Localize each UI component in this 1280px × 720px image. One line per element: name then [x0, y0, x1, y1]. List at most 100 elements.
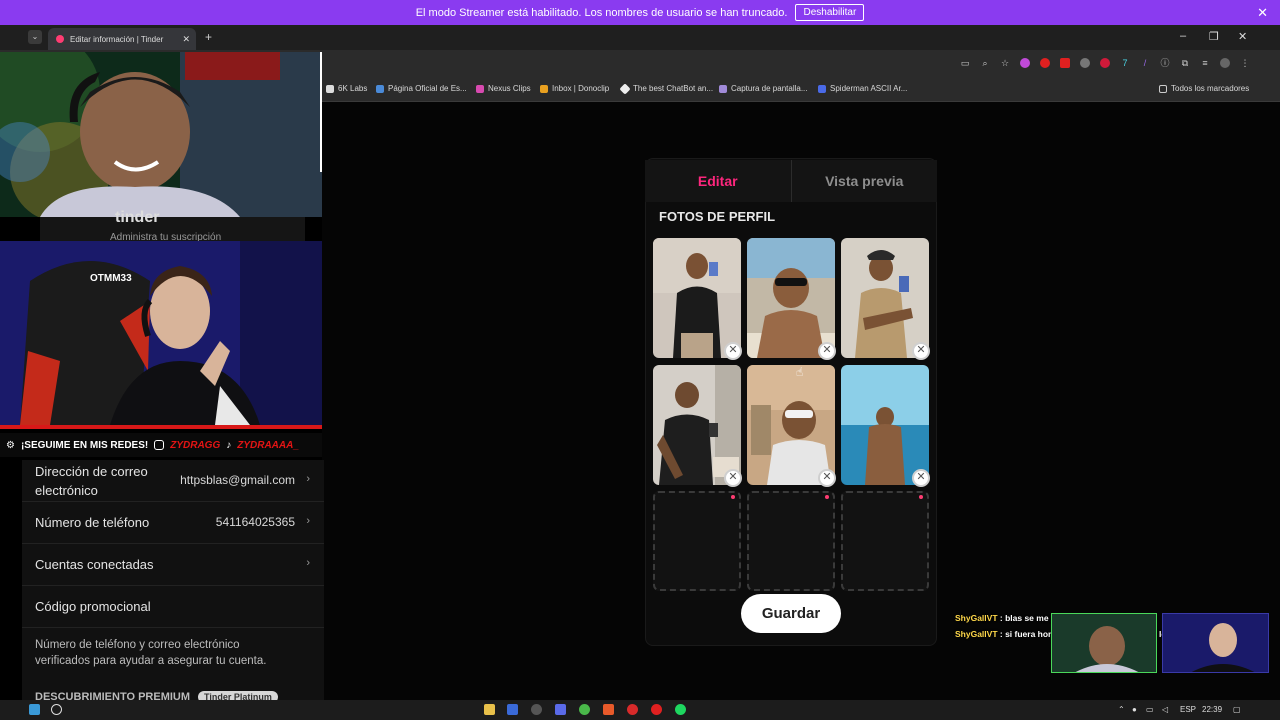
bookmark-icon [619, 82, 631, 95]
network-icon[interactable]: ▭ [1146, 705, 1154, 714]
verification-note: Número de teléfono y correo electrónico … [35, 639, 267, 667]
install-app-icon[interactable]: ▭ [960, 58, 970, 68]
extension-icon[interactable]: 7 [1120, 58, 1130, 68]
profile-photo[interactable] [653, 365, 741, 485]
svg-text:OTMM33: OTMM33 [90, 273, 132, 284]
add-photo-icon [919, 495, 923, 499]
bookmark-item[interactable]: The best ChatBot an... [619, 82, 713, 95]
restore-icon[interactable]: ❐ [1209, 30, 1219, 43]
webcam-streamer-1 [0, 52, 322, 217]
profile-photo[interactable] [747, 365, 835, 485]
extension-icon[interactable] [1100, 58, 1110, 68]
settings-row-promo-code[interactable]: Código promocional [22, 586, 324, 628]
empty-photo-slot[interactable] [841, 491, 929, 591]
extensions-puzzle-icon[interactable]: ⧉ [1180, 58, 1190, 68]
empty-photo-slot[interactable] [747, 491, 835, 591]
bookmark-icon [326, 84, 334, 93]
brave-icon[interactable] [603, 704, 614, 715]
disable-streamer-button[interactable]: Deshabilitar [795, 4, 865, 21]
bookmark-item[interactable]: Spiderman ASCII Ar... [818, 84, 907, 93]
save-button[interactable]: Guardar [741, 594, 841, 633]
profile-photo[interactable] [841, 365, 929, 485]
profile-avatar[interactable] [1220, 58, 1230, 68]
bookmark-icon [476, 84, 484, 93]
all-bookmarks[interactable]: Todos los marcadores [1159, 84, 1249, 93]
zoom-icon[interactable]: ⌕ [980, 58, 990, 68]
gear-icon: ⚙ [6, 439, 15, 451]
remove-photo-button[interactable]: ✕ [818, 342, 836, 360]
app-icon[interactable] [531, 704, 542, 715]
bookmark-item[interactable]: 6K Labs [326, 84, 367, 93]
extension-icon[interactable] [1040, 58, 1050, 68]
remove-photo-button[interactable]: ✕ [912, 469, 930, 487]
instagram-handle: ZYDRAGG [170, 439, 221, 451]
profile-photo[interactable] [653, 238, 741, 358]
browser-tab-bar: ⌄ Editar información | Tinder ✕ + [0, 25, 1280, 50]
profile-photo[interactable] [841, 238, 929, 358]
volume-icon[interactable]: ◁ [1162, 705, 1168, 714]
mini-webcam-1 [1051, 613, 1157, 673]
phone-value: 541164025365 [215, 515, 295, 529]
bookmark-icon [818, 84, 826, 93]
email-value: httpsblas@gmail.com [180, 473, 295, 487]
settings-row-phone[interactable]: Número de teléfono 541164025365 › [22, 502, 324, 544]
new-tab-icon[interactable]: + [205, 30, 212, 44]
extension-icon[interactable]: ⓘ [1160, 58, 1170, 68]
settings-row-connected-accounts[interactable]: Cuentas conectadas › [22, 544, 324, 586]
tiktok-handle: ZYDRAAAA_ [237, 439, 299, 451]
file-explorer-icon[interactable] [484, 704, 495, 715]
tab-preview[interactable]: Vista previa [791, 160, 937, 202]
profile-photo[interactable] [747, 238, 835, 358]
bookmark-item[interactable]: Captura de pantalla... [719, 84, 808, 93]
clock[interactable]: 22:39 [1202, 705, 1222, 714]
obs-icon[interactable] [651, 704, 662, 715]
extension-icon[interactable] [1060, 58, 1070, 68]
extension-icon[interactable]: / [1140, 58, 1150, 68]
spotify-icon[interactable] [675, 704, 686, 715]
tab-edit[interactable]: Editar [645, 160, 792, 202]
extension-toolbar: ▭ ⌕ ☆ 7 / ⓘ ⧉ ≡ ⋮ [960, 58, 1250, 68]
language-indicator[interactable]: ESP [1180, 705, 1196, 714]
settings-row-email[interactable]: Dirección de correo electrónico httpsbla… [22, 460, 324, 502]
media-player-icon[interactable] [627, 704, 638, 715]
phone-label: Número de teléfono [35, 515, 150, 530]
chrome-icon[interactable] [579, 704, 590, 715]
extension-icon[interactable] [1020, 58, 1030, 68]
remove-photo-button[interactable]: ✕ [818, 469, 836, 487]
editor-tabs: Editar Vista previa [645, 160, 937, 202]
tab-title: Editar información | Tinder [70, 34, 164, 44]
chevron-up-icon[interactable]: ⌃ [1118, 705, 1125, 714]
notifications-icon[interactable]: ▢ [1233, 705, 1241, 714]
email-label: Dirección de correo electrónico [35, 464, 148, 498]
discord-icon[interactable] [555, 704, 566, 715]
close-window-icon[interactable]: ✕ [1238, 30, 1247, 43]
remove-photo-button[interactable]: ✕ [912, 342, 930, 360]
screen: { "streamer_banner": { "text": "El modo … [0, 0, 1280, 720]
windows-start-icon[interactable] [29, 704, 40, 715]
media-icon[interactable]: ≡ [1200, 58, 1210, 68]
bookmark-item[interactable]: Inbox | Donoclip [540, 84, 609, 93]
extension-icon[interactable] [1080, 58, 1090, 68]
chevron-right-icon: › [306, 473, 310, 485]
mic-icon[interactable]: ● [1132, 705, 1137, 714]
tab-search-icon[interactable]: ⌄ [28, 30, 42, 44]
streamer-banner-text: El modo Streamer está habilitado. Los no… [415, 6, 788, 19]
minimize-icon[interactable]: – [1180, 30, 1186, 42]
remove-photo-button[interactable]: ✕ [724, 469, 742, 487]
add-photo-icon [731, 495, 735, 499]
chevron-right-icon: › [306, 515, 310, 527]
menu-icon[interactable]: ⋮ [1240, 58, 1250, 68]
steam-icon[interactable] [507, 704, 518, 715]
mini-webcam-2 [1162, 613, 1269, 673]
search-icon[interactable] [51, 704, 62, 715]
remove-photo-button[interactable]: ✕ [724, 342, 742, 360]
empty-photo-slot[interactable] [653, 491, 741, 591]
close-banner-icon[interactable]: ✕ [1257, 5, 1268, 21]
bookmark-item[interactable]: Página Oficial de Es... [376, 84, 467, 93]
tab-tinder[interactable]: Editar información | Tinder ✕ [48, 28, 196, 50]
close-tab-icon[interactable]: ✕ [182, 34, 190, 45]
instagram-icon [154, 440, 165, 450]
bookmark-item[interactable]: Nexus Clips [476, 84, 531, 93]
bookmark-star-icon[interactable]: ☆ [1000, 58, 1010, 68]
chat-username: ShyGallVT [955, 629, 998, 639]
